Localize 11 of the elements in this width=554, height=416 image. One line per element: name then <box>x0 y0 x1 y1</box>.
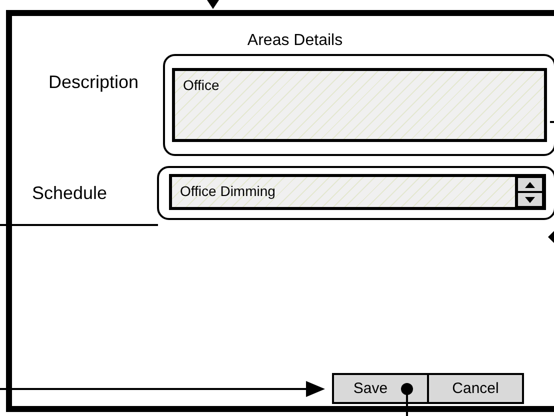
field-label: Description <box>47 72 140 93</box>
description-field[interactable]: Office <box>172 68 547 142</box>
down-triangle-icon <box>525 196 535 202</box>
spin-up-button[interactable] <box>517 177 543 192</box>
save-button[interactable]: Save <box>332 373 429 404</box>
up-triangle-icon <box>525 182 535 188</box>
dialog-title: Areas Details <box>246 31 344 51</box>
spin-down-button[interactable] <box>517 192 543 207</box>
schedule-spinner[interactable]: Office Dimming <box>169 174 546 210</box>
cancel-button[interactable]: Cancel <box>427 373 524 404</box>
field-label: Schedule <box>30 182 108 204</box>
